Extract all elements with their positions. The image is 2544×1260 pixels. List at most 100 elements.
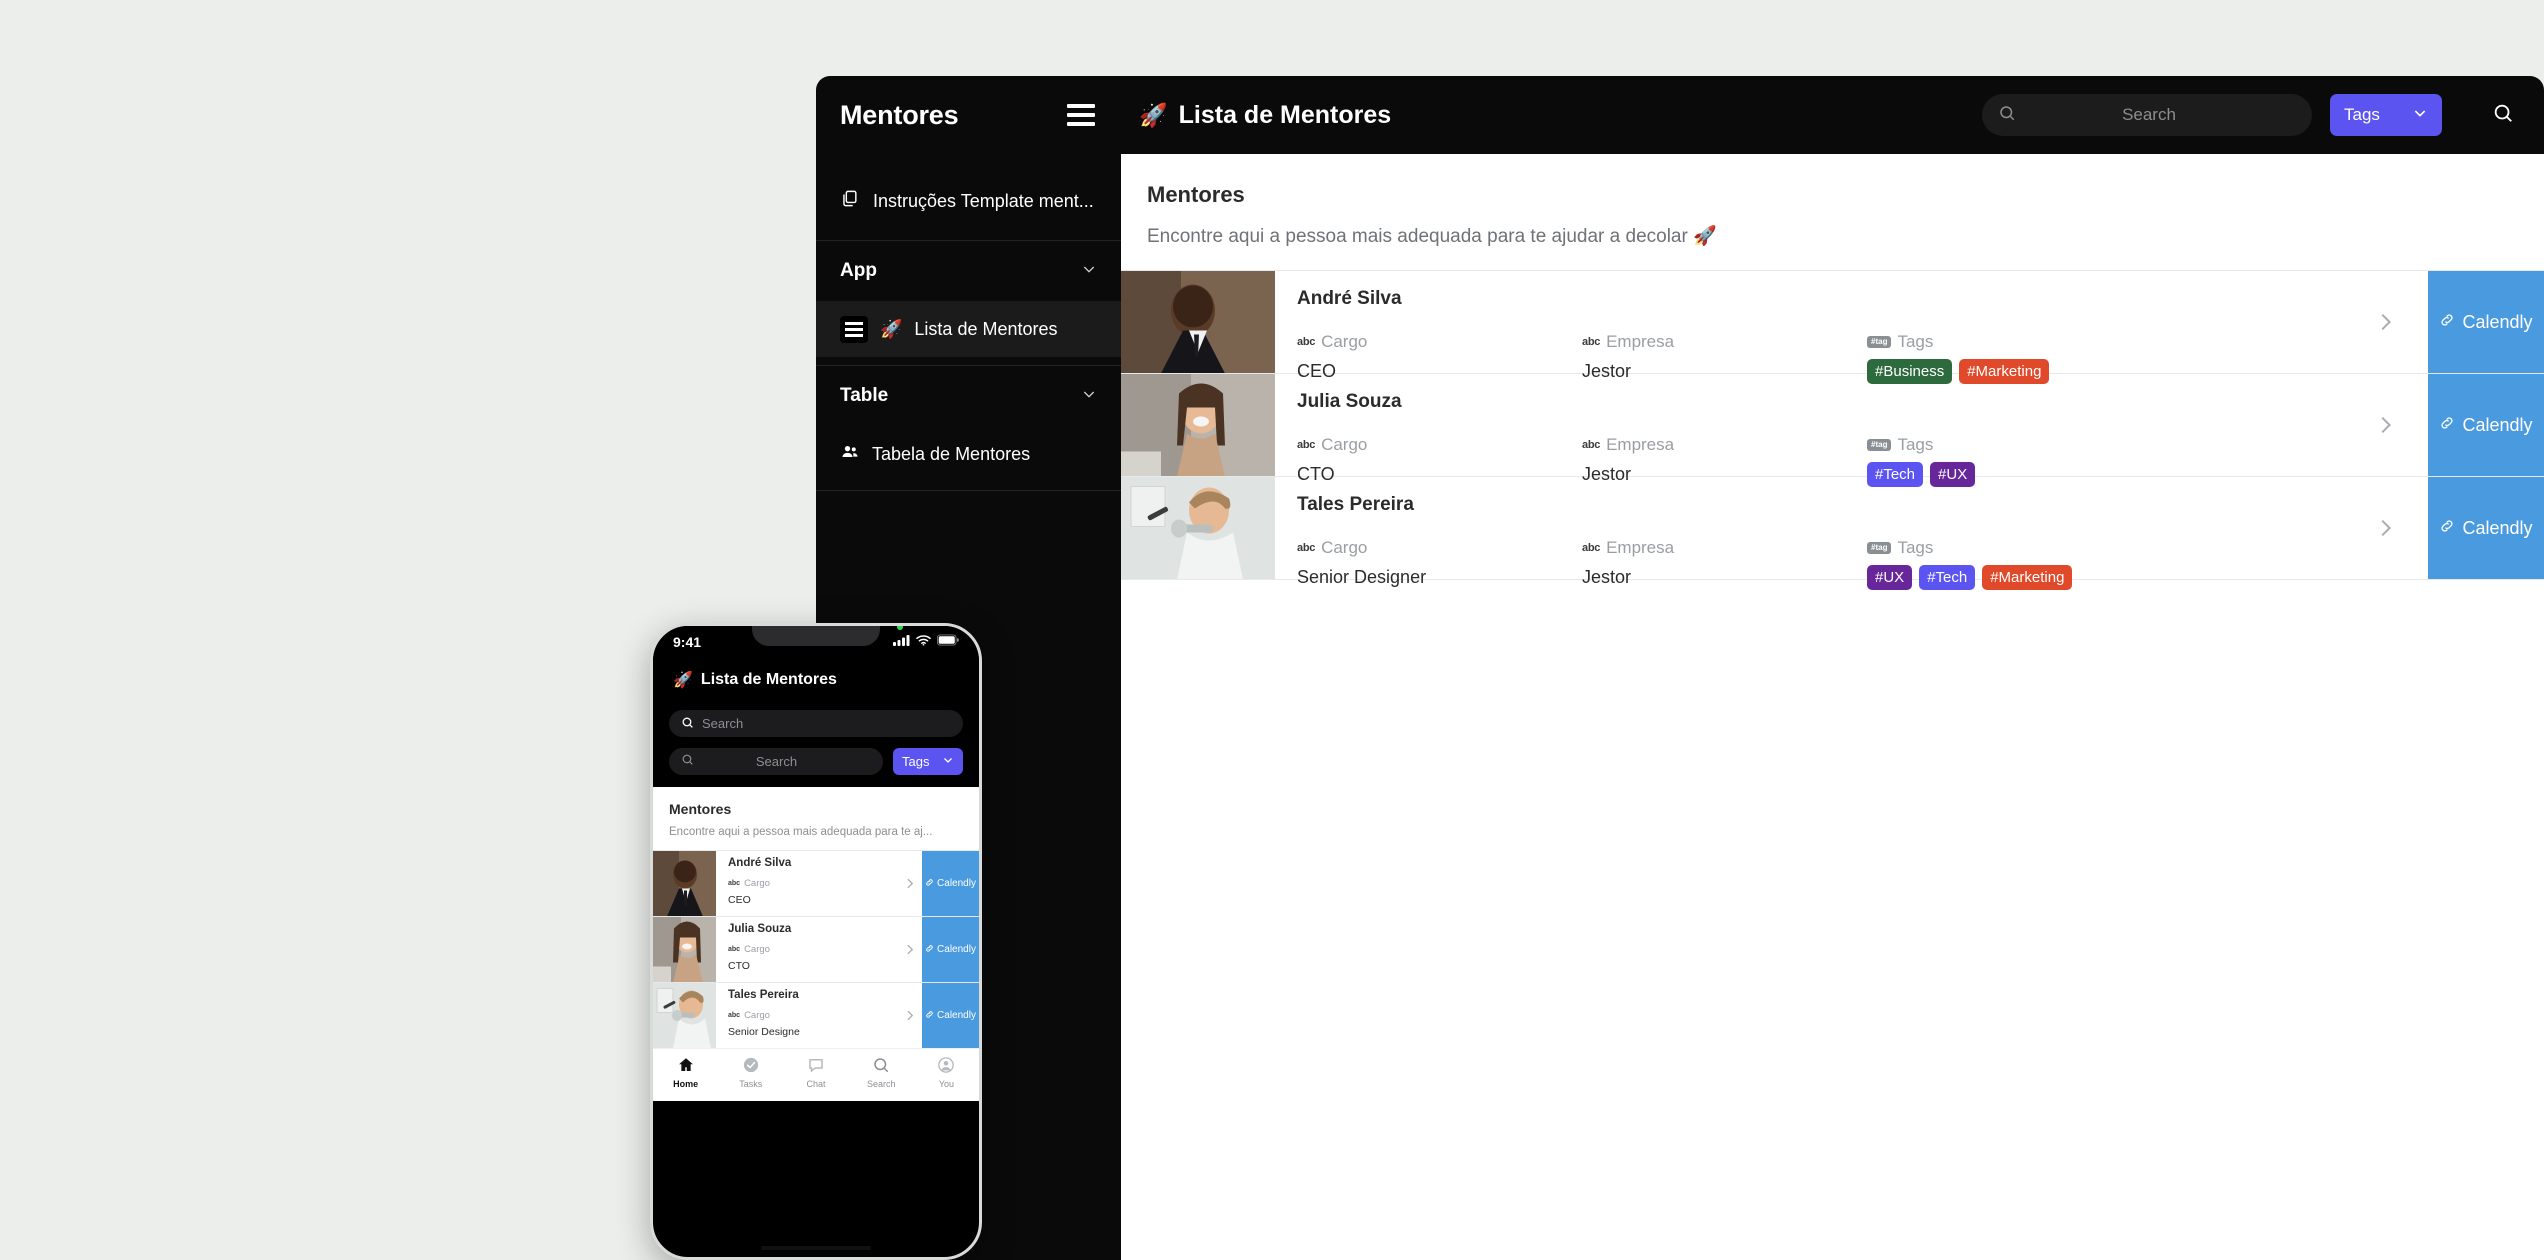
calendly-button[interactable]: Calendly — [2428, 271, 2544, 373]
hamburger-menu-icon[interactable] — [1067, 104, 1095, 126]
status-icons — [893, 626, 959, 651]
phone-content: Mentores Encontre aqui a pessoa mais ade… — [653, 787, 979, 1101]
calendly-label: Calendly — [2462, 414, 2533, 435]
tab-search[interactable]: Search — [849, 1056, 914, 1089]
link-icon — [925, 1010, 934, 1022]
tab-label: Tasks — [739, 1079, 763, 1089]
field-tags: #tag Tags #UX #Tech #Marketing — [1867, 538, 2152, 590]
status-badge: #UX — [1867, 565, 1913, 590]
calendly-label: Calendly — [937, 1010, 976, 1021]
list-icon — [840, 315, 868, 343]
sidebar-item-lista-de-mentores[interactable]: 🚀 Lista de Mentores — [816, 301, 1121, 357]
tag-chips: #UX #Tech #Marketing — [1867, 565, 2152, 590]
tag-icon: #tag — [1867, 542, 1892, 554]
calendly-button[interactable]: Calendly — [922, 851, 979, 916]
search-icon — [681, 716, 694, 732]
phone-page-title: 🚀 Lista de Mentores — [673, 670, 959, 690]
field-empresa: abc Empresa Jestor — [1582, 538, 1867, 590]
search-input[interactable]: Search — [1982, 94, 2312, 136]
abc-icon: abc — [728, 1012, 741, 1019]
avatar — [1121, 374, 1275, 476]
field-label: Empresa — [1606, 538, 1675, 557]
field-cargo: abc Cargo Senior Designer — [1297, 538, 1582, 590]
battery-icon — [937, 633, 959, 651]
tab-you[interactable]: You — [914, 1056, 979, 1089]
sidebar-item-label: Tabela de Mentores — [872, 443, 1031, 464]
avatar — [653, 917, 716, 982]
sidebar-group-app[interactable]: App — [816, 241, 1121, 301]
field-label: Tags — [1897, 435, 1934, 454]
phone-filter-row: Search Tags — [669, 748, 963, 775]
content-subheading: Encontre aqui a pessoa mais adequada par… — [1147, 226, 1717, 247]
people-icon — [840, 442, 860, 467]
sidebar-item-instrucoes[interactable]: Instruções Template ment... — [816, 170, 1121, 232]
row-expand-chevron-icon[interactable] — [896, 917, 922, 982]
tab-tasks[interactable]: Tasks — [718, 1056, 783, 1089]
content-area: Mentores Encontre aqui a pessoa mais ade… — [1121, 154, 2544, 1260]
field-label: Cargo — [744, 944, 770, 955]
phone-search-placeholder: Search — [702, 716, 744, 731]
chevron-down-icon — [1081, 261, 1097, 281]
search-icon — [872, 1056, 890, 1076]
abc-icon: abc — [728, 946, 741, 953]
tab-chat[interactable]: Chat — [783, 1056, 848, 1089]
abc-icon: abc — [1297, 439, 1316, 451]
top-bar: Mentores 🚀 Lista de Mentores Search Tags — [816, 76, 2544, 154]
home-icon — [677, 1056, 695, 1076]
phone-page-title-text: Lista de Mentores — [700, 671, 837, 688]
link-icon — [2439, 415, 2455, 436]
sidebar-group-label: App — [840, 260, 877, 281]
top-bar-right: 🚀 Lista de Mentores Search Tags — [1121, 76, 2544, 154]
mentor-name: André Silva — [1297, 288, 1402, 309]
phone-tab-bar: Home Tasks Chat Search You — [653, 1048, 979, 1101]
tab-label: Search — [866, 1079, 896, 1089]
field-value: CTO — [728, 960, 750, 972]
phone-home-indicator — [761, 1246, 871, 1250]
list-item[interactable]: André Silva abc Cargo CEO Calendly — [653, 850, 979, 916]
abc-icon: abc — [1297, 542, 1316, 554]
calendly-button[interactable]: Calendly — [922, 983, 979, 1048]
list-item[interactable]: Julia Souza abc Cargo CTO Calendly — [653, 916, 979, 982]
calendly-button[interactable]: Calendly — [2428, 477, 2544, 579]
field-label: Tags — [1897, 538, 1934, 557]
rocket-icon: 🚀 — [673, 672, 693, 689]
header-search-icon[interactable] — [2492, 102, 2514, 129]
status-badge: #Marketing — [1982, 565, 2073, 590]
field-label: Cargo — [1321, 332, 1368, 351]
field-label: Cargo — [744, 1010, 770, 1021]
list-item[interactable]: Tales Pereira abc Cargo Senior Designe Ca… — [653, 982, 979, 1048]
row-expand-chevron-icon[interactable] — [2342, 477, 2428, 579]
check-circle-icon — [742, 1056, 760, 1076]
phone-tags-filter-button[interactable]: Tags — [893, 748, 963, 775]
row-expand-chevron-icon[interactable] — [896, 983, 922, 1048]
phone-status-bar: 9:41 — [653, 626, 979, 658]
table-row[interactable]: Tales Pereira abc Cargo Senior Designer a… — [1121, 476, 2544, 590]
phone-secondary-search-input[interactable]: Search — [669, 748, 883, 775]
link-icon — [2439, 518, 2455, 539]
calendly-button[interactable]: Calendly — [2428, 374, 2544, 476]
content-header: Mentores Encontre aqui a pessoa mais ade… — [1121, 154, 2544, 270]
row-expand-chevron-icon[interactable] — [2342, 271, 2428, 373]
table-row[interactable]: Julia Souza abc Cargo CTO abc Empresa Jest… — [1121, 373, 2544, 487]
search-placeholder: Search — [2122, 105, 2176, 124]
row-expand-chevron-icon[interactable] — [896, 851, 922, 916]
row-expand-chevron-icon[interactable] — [2342, 374, 2428, 476]
brand-title: Mentores — [840, 99, 959, 130]
row-main: Tales Pereira abc Cargo Senior Designer a… — [1275, 477, 2342, 590]
status-badge: #Tech — [1919, 565, 1976, 590]
sidebar-group-table[interactable]: Table — [816, 366, 1121, 426]
tags-filter-button[interactable]: Tags — [2330, 94, 2442, 136]
cellular-signal-icon — [893, 633, 910, 651]
sidebar-item-label: Instruções Template ment... — [873, 190, 1094, 211]
copy-icon — [840, 189, 859, 213]
field-label: Empresa — [1606, 332, 1675, 351]
mentor-name: Julia Souza — [728, 923, 792, 935]
sidebar-item-tabela-de-mentores[interactable]: Tabela de Mentores — [816, 426, 1121, 482]
table-row[interactable]: André Silva abc Cargo CEO abc Empresa Jest… — [1121, 270, 2544, 384]
app-window: Mentores 🚀 Lista de Mentores Search Tags… — [816, 76, 2544, 1260]
row-fields: abc Cargo Senior Designer abc Empresa Jest… — [1297, 538, 2342, 590]
phone-search-input[interactable]: Search — [669, 710, 963, 737]
field-value: CEO — [728, 894, 751, 906]
tab-home[interactable]: Home — [653, 1056, 718, 1089]
calendly-button[interactable]: Calendly — [922, 917, 979, 982]
